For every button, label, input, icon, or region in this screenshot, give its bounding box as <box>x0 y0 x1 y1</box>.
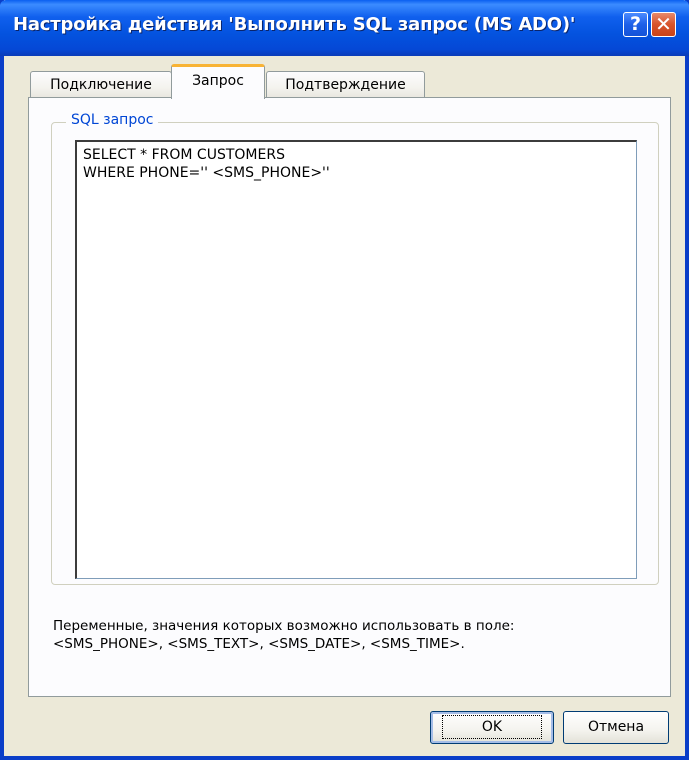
title-bar[interactable]: Настройка действия 'Выполнить SQL запрос… <box>0 0 689 56</box>
window-title: Настройка действия 'Выполнить SQL запрос… <box>13 14 576 35</box>
hint-line-2: <SMS_PHONE>, <SMS_TEXT>, <SMS_DATE>, <SM… <box>53 636 465 652</box>
cancel-button[interactable]: Отмена <box>563 711 669 744</box>
help-icon[interactable]: ? <box>623 12 648 37</box>
tab-query[interactable]: Запрос <box>171 64 265 99</box>
groupbox-title: SQL запрос <box>66 112 159 128</box>
sql-query-input[interactable]: SELECT * FROM CUSTOMERS WHERE PHONE='' <… <box>75 140 637 579</box>
ok-button[interactable]: OK <box>430 711 554 744</box>
hint-line-1: Переменные, значения которых возможно ис… <box>53 618 515 634</box>
tab-confirmation[interactable]: Подтверждение <box>266 71 425 98</box>
close-icon[interactable]: ✕ <box>651 12 676 37</box>
ok-button-label: OK <box>441 715 543 739</box>
tab-connection[interactable]: Подключение <box>30 71 172 98</box>
variables-hint: Переменные, значения которых возможно ис… <box>53 617 653 653</box>
